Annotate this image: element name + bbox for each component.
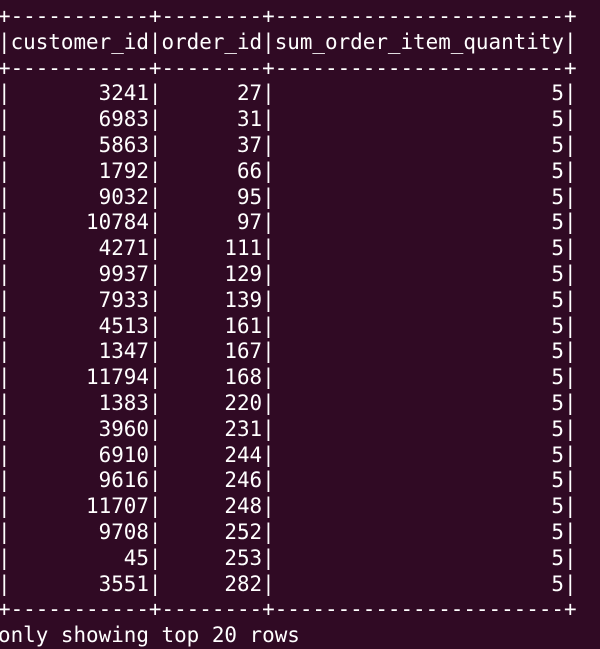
table-row: | 10784| 97| 5| bbox=[0, 210, 577, 235]
table-row: | 3960| 231| 5| bbox=[0, 416, 577, 441]
table-row: | 1347| 167| 5| bbox=[0, 339, 577, 364]
table-row: | 1383| 220| 5| bbox=[0, 390, 577, 415]
table-row: | 4271| 111| 5| bbox=[0, 236, 577, 261]
terminal-window: +-----------+--------+------------------… bbox=[0, 0, 598, 647]
table-row: | 9937| 129| 5| bbox=[0, 261, 577, 286]
table-header-row: |customer_id|order_id|sum_order_item_qua… bbox=[0, 29, 577, 54]
table-row: | 11707| 248| 5| bbox=[0, 494, 577, 519]
footer-status-text: only showing top 20 rows bbox=[0, 623, 300, 648]
table-border-bottom: +-----------+--------+------------------… bbox=[0, 597, 577, 622]
table-row: | 9708| 252| 5| bbox=[0, 519, 577, 544]
table-row: | 11794| 168| 5| bbox=[0, 365, 577, 390]
table-row: | 5863| 37| 5| bbox=[0, 132, 577, 157]
table-row: | 9616| 246| 5| bbox=[0, 468, 577, 493]
table-row: | 6910| 244| 5| bbox=[0, 442, 577, 467]
table-row: | 7933| 139| 5| bbox=[0, 287, 577, 312]
table-border-mid: +-----------+--------+------------------… bbox=[0, 55, 577, 80]
table-row: | 1792| 66| 5| bbox=[0, 158, 577, 183]
table-row: | 45| 253| 5| bbox=[0, 545, 577, 570]
table-row: | 3551| 282| 5| bbox=[0, 571, 577, 596]
table-row: | 6983| 31| 5| bbox=[0, 107, 577, 132]
table-row: | 3241| 27| 5| bbox=[0, 81, 577, 106]
table-row: | 9032| 95| 5| bbox=[0, 184, 577, 209]
table-row: | 4513| 161| 5| bbox=[0, 313, 577, 338]
table-border-top: +-----------+--------+------------------… bbox=[0, 4, 577, 28]
